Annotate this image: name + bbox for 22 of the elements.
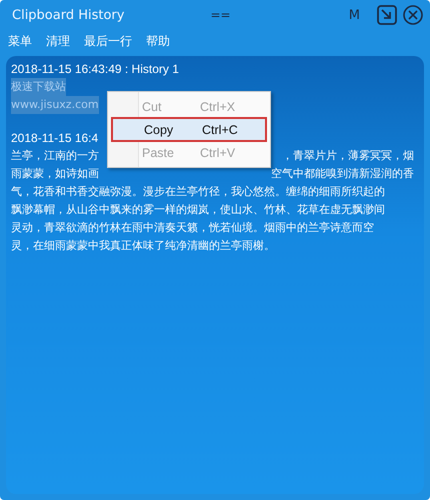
menu-item[interactable]: 帮助 <box>146 32 170 50</box>
entry-text: 雨蒙蒙，如诗如画 <box>11 166 99 182</box>
entry-text: 飘渺幕帽，从山谷中飘来的雾一样的烟岚，使山水、竹林、花草在虚无飘渺间 <box>11 202 385 218</box>
window-title: Clipboard History <box>12 8 124 22</box>
mode-button[interactable]: M <box>348 8 360 22</box>
entry-text: 兰亭，江南的一方 <box>11 148 99 164</box>
entry-text: ，青翠片片，薄雾冥冥，烟 <box>282 148 414 164</box>
entry-text: www.jisuxz.com <box>11 96 99 114</box>
drag-handle[interactable]: == <box>210 8 231 22</box>
entry-text: 灵动，青翠欲滴的竹林在雨中清奏天籁，恍若仙境。烟雨中的兰亭诗意而空 <box>11 220 374 236</box>
shrink-icon[interactable] <box>376 4 398 26</box>
entry-header: 2018-11-15 16:43:49 : History 1 <box>11 61 179 78</box>
context-menu-item[interactable]: Copy Ctrl+C <box>112 118 266 141</box>
close-icon[interactable] <box>402 4 424 26</box>
entry-text: 气，花香和书香交融弥漫。漫步在兰亭竹径，我心悠然。缠绵的细雨所织起的 <box>11 184 385 200</box>
entry-text: 极速下载站 <box>11 78 66 96</box>
entry-text: 灵，在细雨蒙蒙中我真正体味了纯净清幽的兰亭雨榭。 <box>11 238 275 254</box>
menu-item[interactable]: 清理 <box>46 32 70 50</box>
entry-header: 2018-11-15 16:4 <box>11 130 98 147</box>
menu-item[interactable]: 菜单 <box>8 32 32 50</box>
menu-item[interactable]: 最后一行 <box>84 32 132 50</box>
entry-text: 空气中都能嗅到清新湿润的香 <box>271 166 414 182</box>
